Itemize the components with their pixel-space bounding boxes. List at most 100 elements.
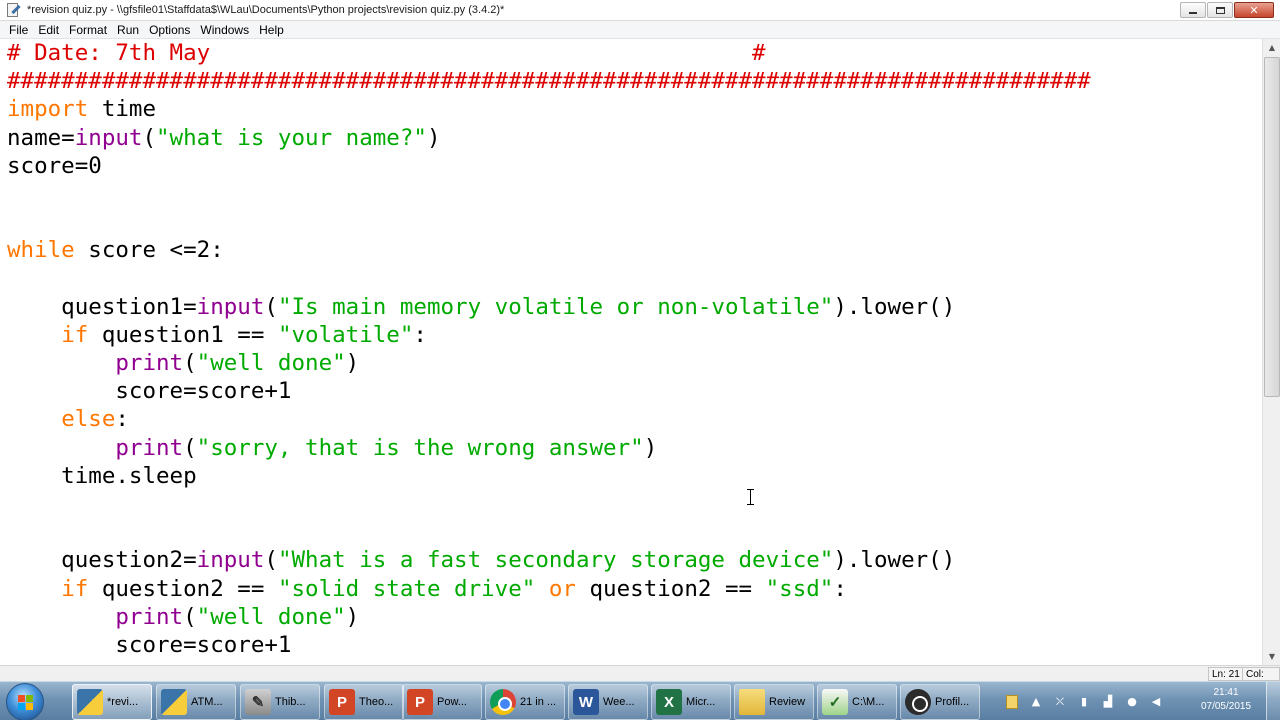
code-token: question2 == — [575, 575, 766, 602]
status-bar: Ln: 21 Col: 14 — [0, 665, 1280, 694]
code-editor[interactable]: # Date: 7th May # #######################… — [0, 39, 1262, 665]
taskbar: *revi... ATM... ✎ Thib... P Theo... P Pow... 21 … — [0, 681, 1280, 720]
clock-time: 21:41 — [1213, 687, 1239, 698]
powerpoint-icon: P — [329, 689, 355, 715]
menu-help[interactable]: Help — [254, 21, 289, 39]
code-token: question2 == — [88, 575, 278, 602]
code-token: time.sleep — [7, 462, 197, 489]
code-line[interactable]: time.sleep — [7, 462, 1262, 490]
volume-icon[interactable]: ◀ — [1149, 695, 1163, 709]
show-hidden-icons-icon[interactable]: ▲ — [1029, 695, 1043, 709]
window-title: *revision quiz.py - \\gfsfile01\Staffdat… — [27, 4, 505, 16]
code-token: "volatile" — [277, 321, 414, 348]
code-line[interactable] — [7, 518, 1262, 546]
code-line[interactable] — [7, 490, 1262, 518]
vertical-scrollbar[interactable]: ▲ ▼ — [1262, 39, 1280, 665]
code-token: input — [74, 124, 143, 151]
signal-icon[interactable]: ▟ — [1101, 695, 1115, 709]
menu-edit[interactable]: Edit — [33, 21, 64, 39]
menu-run[interactable]: Run — [112, 21, 144, 39]
code-token: score <=2: — [74, 237, 224, 264]
code-token: "Is main memory volatile or non-volatile… — [277, 293, 834, 320]
scroll-down-icon[interactable]: ▼ — [1264, 648, 1280, 665]
code-line[interactable]: while score <=2: — [7, 236, 1262, 264]
code-token: name= — [7, 124, 75, 151]
taskbar-button-label: 21 in ... — [520, 696, 557, 708]
menu-windows[interactable]: Windows — [195, 21, 254, 39]
powerpoint-icon: P — [407, 689, 433, 715]
start-button[interactable] — [6, 683, 44, 720]
code-line[interactable]: else: — [7, 405, 1262, 433]
code-token: ) — [426, 124, 441, 151]
taskbar-button-label: C:\M... — [852, 696, 885, 708]
code-text[interactable]: # Date: 7th May # #######################… — [0, 39, 1262, 659]
code-token: "What is a fast secondary storage device… — [277, 547, 834, 574]
taskbar-button-6[interactable]: 21 in ... — [485, 684, 565, 720]
sticky-note-icon[interactable] — [1005, 694, 1019, 709]
code-line[interactable]: # Date: 7th May # — [7, 39, 1262, 67]
network-icon[interactable]: ⛌ — [1053, 695, 1067, 709]
battery-icon[interactable]: ▮ — [1077, 695, 1091, 709]
python-icon — [77, 689, 103, 715]
power-icon[interactable]: ● — [1125, 695, 1139, 709]
code-line[interactable] — [7, 208, 1262, 236]
python-icon — [161, 689, 187, 715]
menu-options[interactable]: Options — [144, 21, 195, 39]
taskbar-button-1[interactable]: *revi... — [72, 684, 152, 720]
code-line[interactable] — [7, 265, 1262, 293]
code-line[interactable]: if question1 == "volatile": — [7, 321, 1262, 349]
pen-tool-icon: ✎ — [245, 689, 271, 715]
title-bar[interactable]: *revision quiz.py - \\gfsfile01\Staffdat… — [0, 0, 1280, 21]
code-line[interactable]: question2=input("What is a fast secondar… — [7, 546, 1262, 574]
code-token: question2= — [7, 547, 197, 574]
scroll-up-icon[interactable]: ▲ — [1264, 39, 1280, 56]
close-button[interactable]: ✕ — [1234, 2, 1274, 18]
code-token: score=score+1 — [7, 631, 292, 658]
code-token: score=score+1 — [7, 378, 292, 405]
minimize-button[interactable] — [1180, 2, 1206, 18]
code-token: print — [115, 434, 184, 461]
taskbar-button-label: Theo... — [359, 696, 394, 708]
code-token: # Date: 7th May # — [7, 40, 766, 66]
code-line[interactable]: import time — [7, 95, 1262, 123]
code-line[interactable]: score=0 — [7, 152, 1262, 180]
code-line[interactable]: score=score+1 — [7, 377, 1262, 405]
taskbar-button-7[interactable]: W Wee... — [568, 684, 648, 720]
idle-editor-icon — [5, 2, 21, 18]
taskbar-button-2[interactable]: ATM... — [156, 684, 236, 720]
code-token: ) — [643, 434, 658, 461]
taskbar-button-4[interactable]: P Theo... — [324, 684, 404, 720]
code-line[interactable]: print("well done") — [7, 603, 1262, 631]
taskbar-button-label: Wee... — [603, 696, 635, 708]
code-token: question1= — [7, 293, 197, 320]
taskbar-button-5[interactable]: P Pow... — [402, 684, 482, 720]
code-line[interactable]: score=score+1 — [7, 631, 1262, 659]
command-prompt-icon: ✓ — [822, 689, 848, 715]
taskbar-button-3[interactable]: ✎ Thib... — [240, 684, 320, 720]
menu-file[interactable]: File — [4, 21, 33, 39]
clock[interactable]: 21:41 07/05/2015 — [1198, 686, 1254, 714]
scrollbar-thumb[interactable] — [1264, 57, 1280, 397]
menu-format[interactable]: Format — [64, 21, 112, 39]
code-line[interactable]: print("well done") — [7, 349, 1262, 377]
code-line[interactable]: name=input("what is your name?") — [7, 124, 1262, 152]
code-line[interactable]: print("sorry, that is the wrong answer") — [7, 434, 1262, 462]
taskbar-button-label: Pow... — [437, 696, 467, 708]
maximize-button[interactable] — [1207, 2, 1233, 18]
taskbar-button-9[interactable]: Review — [734, 684, 814, 720]
taskbar-button-10[interactable]: ✓ C:\M... — [817, 684, 897, 720]
code-token: "well done" — [196, 350, 346, 377]
show-desktop-button[interactable] — [1266, 682, 1280, 720]
code-line[interactable]: if question2 == "solid state drive" or q… — [7, 575, 1262, 603]
windows-logo-icon — [18, 695, 34, 711]
code-line[interactable] — [7, 180, 1262, 208]
taskbar-button-8[interactable]: X Micr... — [651, 684, 731, 720]
taskbar-button-11[interactable]: Profil... — [900, 684, 980, 720]
menu-bar: File Edit Format Run Options Windows Help — [0, 21, 1280, 39]
obs-icon — [905, 689, 931, 715]
code-line[interactable]: question1=input("Is main memory volatile… — [7, 293, 1262, 321]
code-line[interactable]: ########################################… — [7, 67, 1262, 95]
